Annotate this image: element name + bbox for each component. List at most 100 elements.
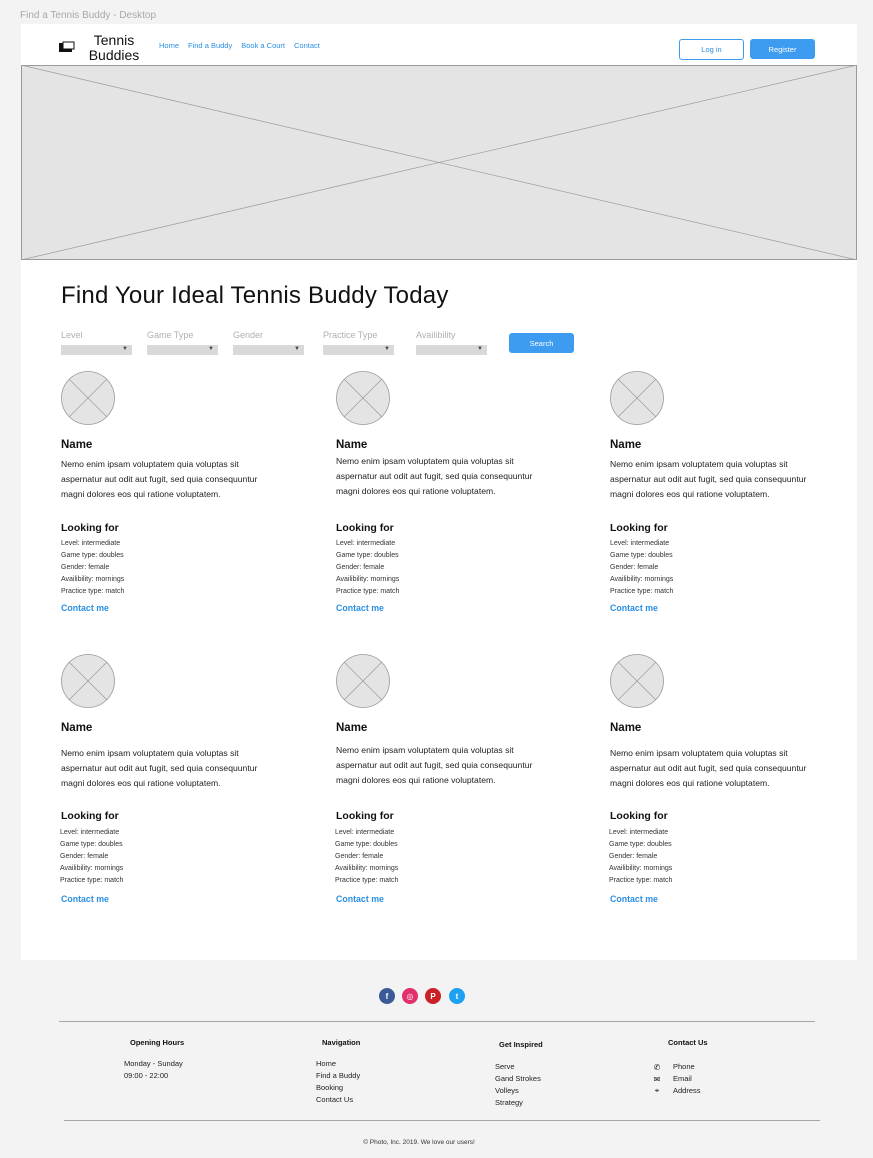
avatar-placeholder: [61, 371, 115, 425]
inspired-volleys[interactable]: Volleys: [495, 1085, 541, 1097]
contact-phone[interactable]: ✆ Phone: [652, 1061, 701, 1073]
filter-label-level: Level: [61, 330, 83, 340]
attr-level: Level: intermediate: [610, 540, 670, 547]
card-attributes: Level: intermediate Game type: doubles G…: [60, 827, 123, 887]
footer-nav-home[interactable]: Home: [316, 1058, 360, 1070]
filter-select-level[interactable]: ▼: [61, 345, 132, 355]
attr-gender: Gender: female: [60, 853, 109, 860]
contact-address[interactable]: ⌖ Address: [652, 1085, 701, 1097]
nav-home[interactable]: Home: [159, 41, 179, 50]
attr-gender: Gender: female: [335, 853, 384, 860]
register-button[interactable]: Register: [750, 39, 815, 59]
attr-gender: Gender: female: [609, 853, 658, 860]
nav-find-buddy[interactable]: Find a Buddy: [188, 41, 232, 50]
card-looking-for: Looking for: [336, 810, 394, 822]
card-looking-for: Looking for: [61, 810, 119, 822]
logo-text[interactable]: Tennis Buddies: [83, 33, 145, 63]
footer-divider-top: [59, 1021, 815, 1022]
card-name: Name: [336, 722, 368, 734]
attr-game-type: Game type: doubles: [335, 841, 398, 848]
card-bio: Nemo enim ipsam voluptatem quia voluptas…: [610, 459, 807, 499]
card-name: Name: [336, 439, 368, 451]
contact-me-link[interactable]: Contact me: [61, 894, 109, 904]
card-name: Name: [610, 722, 642, 734]
attr-practice-type: Practice type: match: [336, 588, 400, 595]
attr-level: Level: intermediate: [336, 540, 396, 547]
footer-contact-title: Contact Us: [668, 1038, 708, 1047]
card-name: Name: [610, 439, 642, 451]
attr-practice-type: Practice type: match: [335, 877, 399, 884]
card-attributes: Level: intermediate Game type: doubles G…: [609, 827, 672, 887]
dropdown-arrow-icon: ▼: [477, 346, 483, 352]
filter-label-gender: Gender: [233, 330, 264, 340]
footer-nav-contact-us[interactable]: Contact Us: [316, 1094, 360, 1106]
attr-game-type: Game type: doubles: [610, 552, 673, 559]
attr-availability: Availibility: mornings: [609, 865, 673, 872]
footer-navigation-list: Home Find a Buddy Booking Contact Us: [316, 1058, 360, 1106]
contact-me-link[interactable]: Contact me: [610, 894, 658, 904]
card-bio: Nemo enim ipsam voluptatem quia voluptas…: [610, 748, 807, 788]
attr-level: Level: intermediate: [609, 829, 669, 836]
filter-select-game-type[interactable]: ▼: [147, 345, 218, 355]
facebook-icon[interactable]: f: [379, 988, 395, 1004]
dropdown-arrow-icon: ▼: [122, 346, 128, 352]
filter-select-practice-type[interactable]: ▼: [323, 345, 394, 355]
filter-select-availability[interactable]: ▼: [416, 345, 487, 355]
card-attributes: Level: intermediate Game type: doubles G…: [610, 538, 673, 598]
card-name: Name: [61, 439, 93, 451]
attr-game-type: Game type: doubles: [60, 841, 123, 848]
contact-me-link[interactable]: Contact me: [610, 603, 658, 613]
buddy-card: Name Nemo enim ipsam voluptatem quia vol…: [61, 371, 311, 621]
attr-game-type: Game type: doubles: [61, 552, 124, 559]
card-looking-for: Looking for: [610, 810, 668, 822]
inspired-strategy[interactable]: Strategy: [495, 1097, 541, 1109]
artboard: Tennis Buddies Home Find a Buddy Book a …: [21, 24, 857, 960]
card-attributes: Level: intermediate Game type: doubles G…: [61, 538, 124, 598]
filter-select-gender[interactable]: ▼: [233, 345, 304, 355]
search-button[interactable]: Search: [509, 333, 574, 353]
card-looking-for: Looking for: [336, 522, 394, 534]
frame-title: Find a Tennis Buddy - Desktop: [20, 10, 157, 21]
hero-image-placeholder: [21, 65, 857, 260]
card-attributes: Level: intermediate Game type: doubles G…: [335, 827, 398, 887]
contact-me-link[interactable]: Contact me: [61, 603, 109, 613]
card-bio: Nemo enim ipsam voluptatem quia voluptas…: [61, 748, 258, 788]
card-bio: Nemo enim ipsam voluptatem quia voluptas…: [336, 745, 533, 785]
dropdown-arrow-icon: ▼: [294, 346, 300, 352]
card-name: Name: [61, 722, 93, 734]
attr-practice-type: Practice type: match: [60, 877, 124, 884]
attr-level: Level: intermediate: [61, 540, 121, 547]
page-title: Find Your Ideal Tennis Buddy Today: [61, 282, 449, 309]
avatar-placeholder: [61, 654, 115, 708]
login-button[interactable]: Log in: [679, 39, 744, 60]
buddy-card: Name Nemo enim ipsam voluptatem quia vol…: [336, 371, 586, 621]
nav-book-court[interactable]: Book a Court: [241, 41, 285, 50]
buddy-card: Name Nemo enim ipsam voluptatem quia vol…: [335, 654, 586, 914]
contact-me-link[interactable]: Contact me: [336, 894, 384, 904]
buddy-card: Name Nemo enim ipsam voluptatem quia vol…: [60, 654, 311, 914]
attr-availability: Availibility: mornings: [60, 865, 124, 872]
card-attributes: Level: intermediate Game type: doubles G…: [336, 538, 399, 598]
inspired-serve[interactable]: Serve: [495, 1061, 541, 1073]
footer-nav-booking[interactable]: Booking: [316, 1082, 360, 1094]
logo-icon: [59, 41, 75, 52]
phone-icon: ✆: [653, 1062, 661, 1072]
nav-contact[interactable]: Contact: [294, 41, 320, 50]
main-nav: Home Find a Buddy Book a Court Contact: [159, 41, 329, 50]
twitter-icon[interactable]: t: [449, 988, 465, 1004]
contact-email[interactable]: ✉ Email: [652, 1073, 701, 1085]
footer-nav-find-buddy[interactable]: Find a Buddy: [316, 1070, 360, 1082]
opening-days: Monday - Sunday: [124, 1059, 183, 1068]
inspired-ground-strokes[interactable]: Gand Strokes: [495, 1073, 541, 1085]
attr-game-type: Game type: doubles: [336, 552, 399, 559]
filter-label-availability: Availibility: [416, 330, 456, 340]
instagram-icon[interactable]: ◎: [402, 988, 418, 1004]
contact-me-link[interactable]: Contact me: [336, 603, 384, 613]
footer-divider-bottom: [64, 1120, 820, 1121]
attr-availability: Availibility: mornings: [335, 865, 399, 872]
attr-availability: Availibility: mornings: [610, 576, 674, 583]
pinterest-icon[interactable]: P: [425, 988, 441, 1004]
attr-level: Level: intermediate: [60, 829, 120, 836]
card-looking-for: Looking for: [61, 522, 119, 534]
attr-level: Level: intermediate: [335, 829, 395, 836]
